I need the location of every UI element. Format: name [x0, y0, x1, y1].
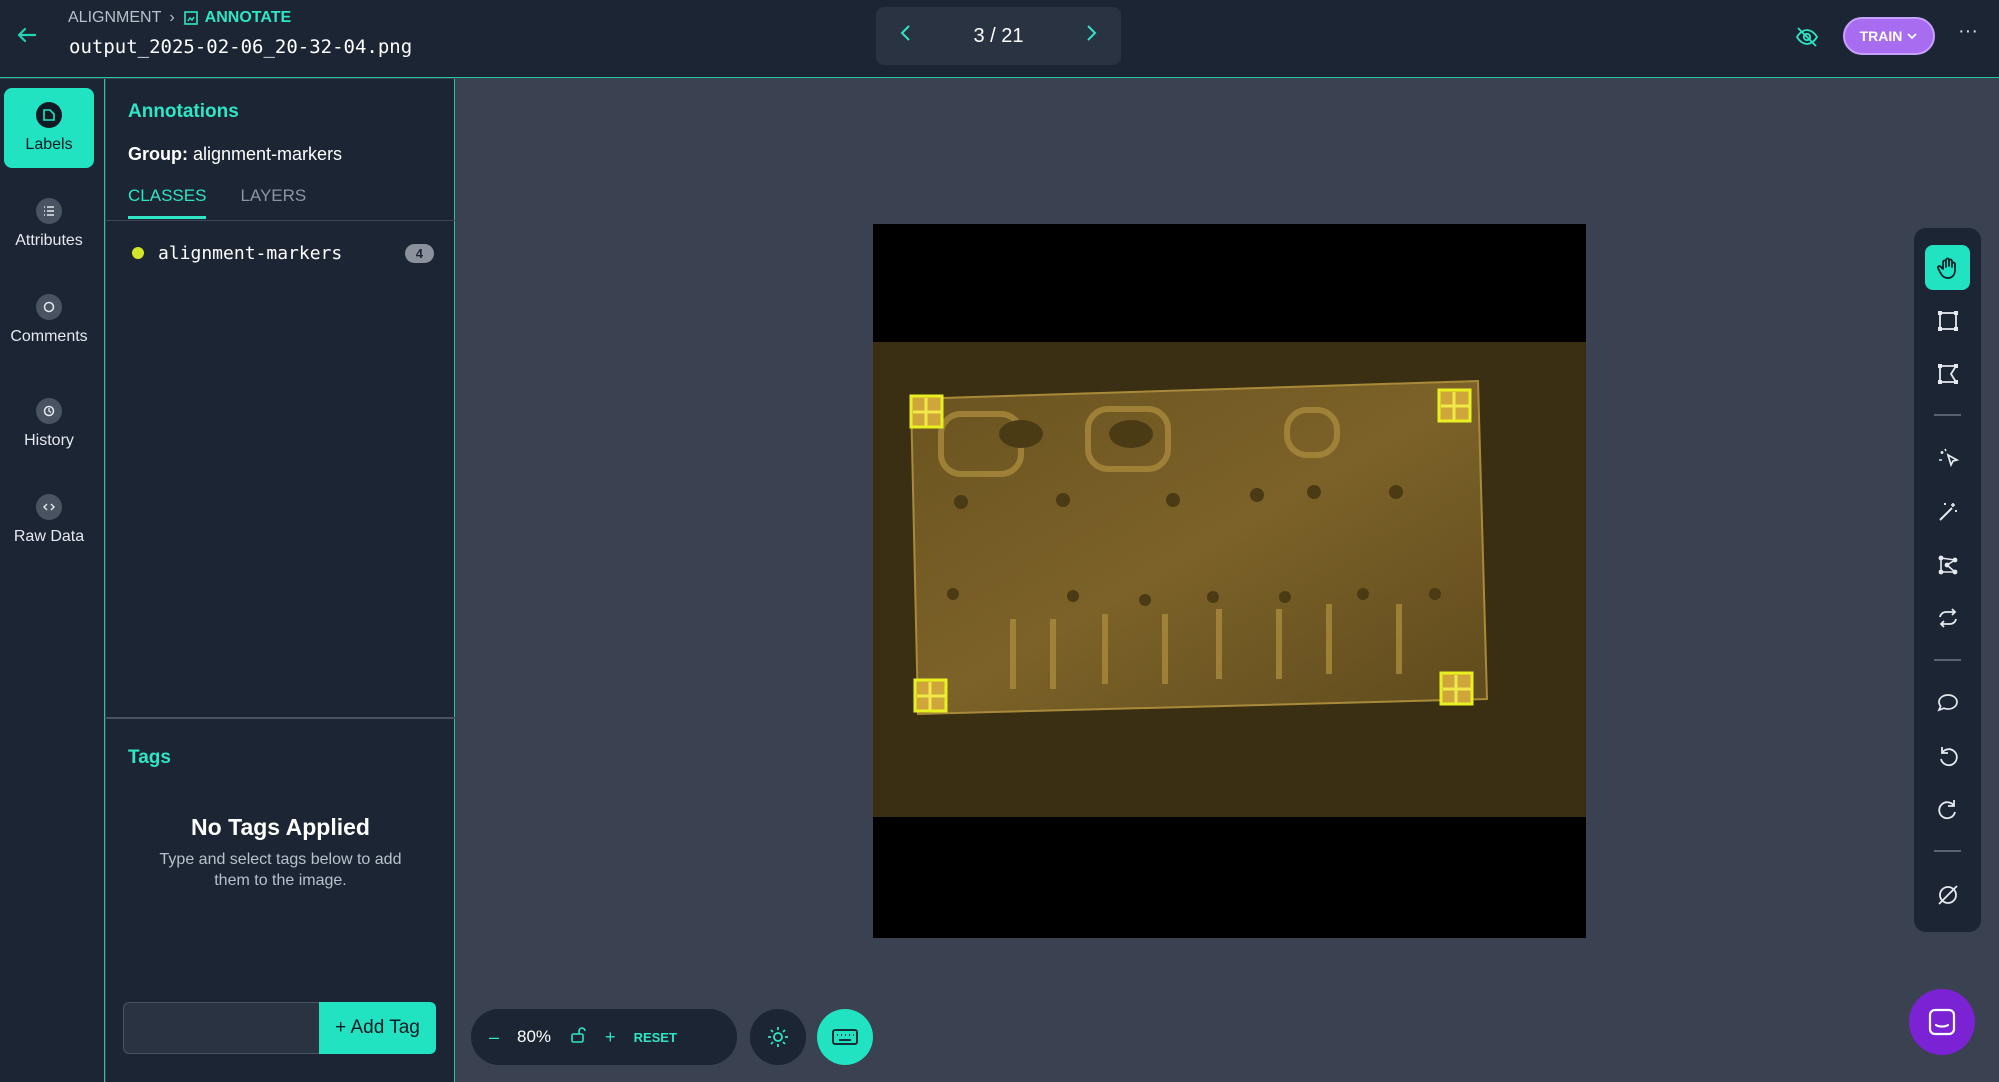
breadcrumb-separator-icon: ›: [169, 9, 175, 26]
bounding-box-icon[interactable]: [1925, 298, 1970, 343]
tag-icon: [36, 102, 62, 128]
zoom-controls: – 80% + RESET: [471, 1009, 737, 1065]
annotations-title: Annotations: [128, 101, 239, 122]
image-pager: 3 / 21: [876, 7, 1121, 65]
train-button[interactable]: TRAIN: [1843, 17, 1935, 55]
toolbar-divider: [1934, 850, 1961, 852]
code-icon: [36, 494, 62, 520]
chevron-left-icon: [900, 25, 910, 41]
rail-item-comments[interactable]: Comments: [4, 280, 94, 360]
class-count-badge: 4: [404, 243, 434, 263]
no-tags-message: No Tags Applied Type and select tags bel…: [106, 814, 455, 891]
group-value: alignment-markers: [193, 144, 343, 164]
keyboard-icon: [832, 1029, 858, 1045]
back-arrow-icon[interactable]: [14, 22, 40, 48]
hide-eye-icon[interactable]: [1794, 24, 1820, 50]
breadcrumb-mode: ANNOTATE: [183, 9, 291, 27]
polygon-icon[interactable]: [1925, 351, 1970, 396]
repeat-icon[interactable]: [1925, 595, 1970, 640]
keypoints-icon[interactable]: [1925, 542, 1970, 587]
annotate-icon: [183, 11, 198, 25]
lock-zoom-icon[interactable]: [569, 1026, 587, 1049]
sun-icon: [768, 1027, 788, 1047]
class-name: alignment-markers: [158, 242, 343, 264]
hide-annotations-icon[interactable]: [1925, 872, 1970, 917]
chat-support-button[interactable]: [1909, 989, 1975, 1055]
annotations-panel: Annotations Group: alignment-markers CLA…: [106, 79, 455, 1082]
next-image-button[interactable]: [1083, 23, 1099, 49]
group-label: Group:: [128, 144, 188, 164]
undo-icon[interactable]: [1925, 733, 1970, 778]
previous-image-button[interactable]: [898, 23, 914, 49]
rail-item-raw-data[interactable]: Raw Data: [4, 480, 94, 560]
rail-item-attributes[interactable]: Attributes: [4, 184, 94, 264]
annotation-tabs: CLASSES LAYERS: [128, 186, 306, 219]
tabs-divider: [106, 220, 455, 221]
no-tags-title: No Tags Applied: [191, 814, 370, 840]
zoom-level: 80%: [517, 1027, 552, 1046]
redo-icon[interactable]: [1925, 786, 1970, 831]
magic-wand-icon[interactable]: [1925, 489, 1970, 534]
rail-item-history[interactable]: History: [4, 384, 94, 464]
annotation-toolbar: [1914, 228, 1981, 932]
tab-classes[interactable]: CLASSES: [128, 186, 207, 219]
pan-hand-icon[interactable]: [1925, 245, 1970, 290]
side-navigation: Labels Attributes Comments History Raw D…: [0, 79, 105, 1082]
zoom-in-button[interactable]: +: [605, 1027, 616, 1048]
train-label: TRAIN: [1859, 28, 1903, 44]
tags-divider: [106, 717, 455, 719]
top-bar: ALIGNMENT › ANNOTATE output_2025-02-06_2…: [0, 0, 1999, 78]
smart-select-icon[interactable]: [1925, 436, 1970, 481]
comment-icon[interactable]: [1925, 680, 1970, 725]
zoom-out-button[interactable]: –: [489, 1027, 499, 1048]
tag-input[interactable]: [123, 1002, 320, 1054]
annotated-image: [873, 342, 1586, 817]
brightness-button[interactable]: [750, 1009, 806, 1065]
file-name: output_2025-02-06_20-32-04.png: [69, 36, 413, 58]
class-item[interactable]: alignment-markers 4: [128, 239, 434, 267]
class-color-dot: [132, 247, 144, 259]
chevron-down-icon: [1907, 33, 1918, 40]
rail-item-labels[interactable]: Labels: [4, 88, 94, 168]
toolbar-divider: [1934, 659, 1961, 661]
add-tag-button[interactable]: + Add Tag: [319, 1002, 436, 1054]
tags-title: Tags: [128, 747, 171, 768]
comment-icon: [36, 294, 62, 320]
breadcrumb-project[interactable]: ALIGNMENT: [68, 9, 161, 27]
toolbar-divider: [1934, 414, 1961, 416]
chevron-right-icon: [1087, 25, 1097, 41]
history-icon: [36, 398, 62, 424]
image-position: 3 / 21: [973, 24, 1024, 47]
tab-layers[interactable]: LAYERS: [240, 186, 306, 219]
keyboard-shortcuts-button[interactable]: [817, 1009, 873, 1065]
list-icon: [36, 198, 62, 224]
chat-icon: [1928, 1008, 1956, 1036]
image-canvas[interactable]: [873, 224, 1586, 938]
breadcrumb: ALIGNMENT › ANNOTATE: [68, 9, 291, 27]
group-info: Group: alignment-markers: [128, 144, 342, 165]
reset-zoom-button[interactable]: RESET: [634, 1030, 677, 1045]
more-options-button[interactable]: ···: [1958, 20, 1978, 43]
no-tags-text: Type and select tags below to add them t…: [159, 851, 402, 889]
